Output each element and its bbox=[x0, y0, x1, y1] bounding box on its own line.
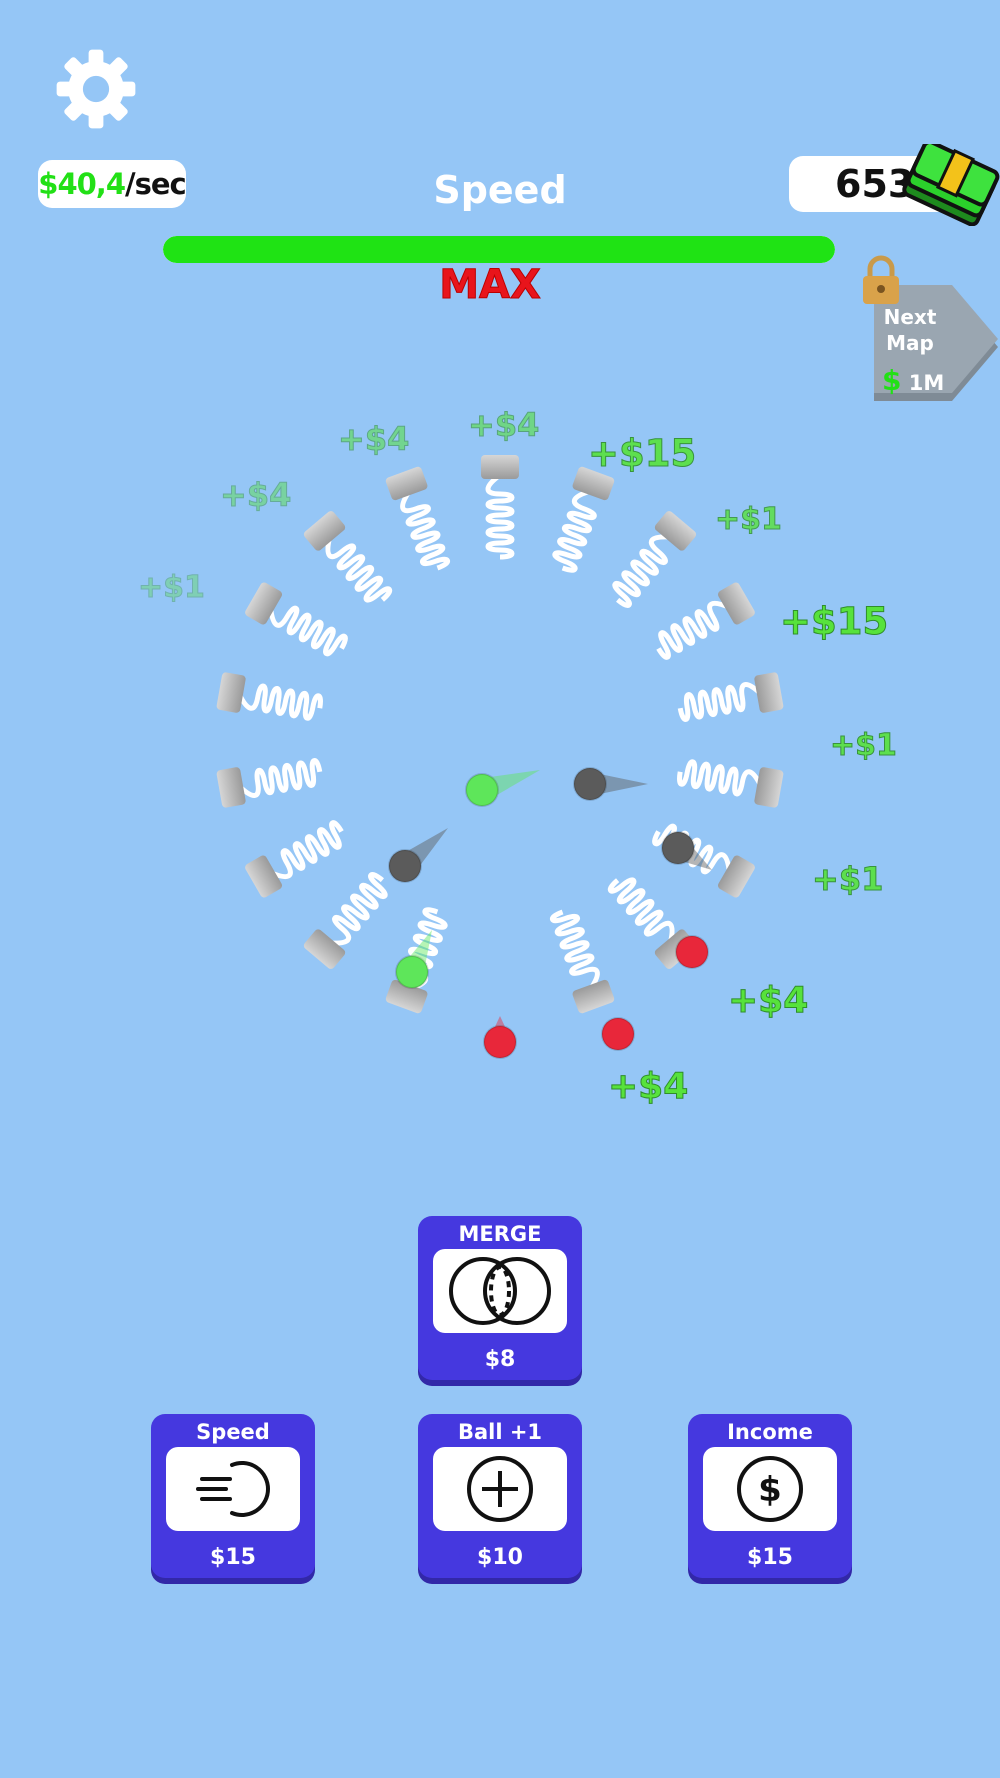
reward-popup: +$15 bbox=[587, 432, 697, 476]
spring-coil bbox=[607, 877, 675, 944]
reward-popup: +$15 bbox=[779, 600, 889, 644]
reward-popup: +$4 bbox=[337, 420, 410, 459]
reward-popup: +$1 bbox=[830, 728, 898, 764]
income-icon-panel: $ bbox=[703, 1447, 837, 1531]
spring-base bbox=[216, 767, 246, 808]
add-ball-button[interactable]: Ball +1 $10 bbox=[418, 1414, 582, 1578]
spring-base bbox=[754, 672, 784, 713]
spring-base bbox=[754, 767, 784, 808]
spring-coil bbox=[325, 536, 393, 603]
ball bbox=[601, 1017, 635, 1051]
merge-button-price: $8 bbox=[484, 1347, 516, 1372]
spring bbox=[612, 511, 697, 608]
spring bbox=[552, 466, 615, 573]
spring-coil bbox=[236, 683, 323, 721]
reward-popup: +$4 bbox=[219, 476, 292, 515]
spring bbox=[303, 511, 393, 603]
reward-popup: +$4 bbox=[607, 1066, 689, 1108]
income-button-title: Income bbox=[727, 1420, 813, 1444]
spring-coil bbox=[485, 473, 515, 560]
reward-popup: +$4 bbox=[467, 406, 540, 445]
spring-coil bbox=[677, 682, 763, 722]
dollar-circle-icon: $ bbox=[737, 1456, 803, 1522]
spring bbox=[385, 466, 450, 571]
reward-popup: +$4 bbox=[727, 980, 809, 1022]
income-button-price: $15 bbox=[747, 1545, 793, 1570]
spring-coil bbox=[612, 534, 671, 608]
reward-popup: +$1 bbox=[811, 860, 884, 899]
income-upgrade-button[interactable]: Income $ $15 bbox=[688, 1414, 852, 1578]
spring-base bbox=[303, 511, 346, 551]
ball-button-title: Ball +1 bbox=[457, 1420, 543, 1444]
speed-upgrade-button[interactable]: Speed $15 bbox=[151, 1414, 315, 1578]
spring bbox=[550, 909, 615, 1014]
spring bbox=[216, 672, 323, 721]
spring-coil bbox=[329, 872, 388, 946]
spring-base bbox=[216, 672, 246, 713]
spring-coil bbox=[269, 820, 344, 880]
ball bbox=[483, 1025, 517, 1059]
ball bbox=[661, 831, 695, 865]
spring-base bbox=[481, 455, 519, 479]
merge-icon-panel bbox=[433, 1249, 567, 1333]
speed-icon-panel bbox=[166, 1447, 300, 1531]
spring bbox=[481, 455, 519, 560]
reward-popup: +$1 bbox=[138, 570, 206, 606]
spring-base bbox=[303, 929, 346, 969]
spring-coil bbox=[656, 600, 731, 660]
spring-coil bbox=[552, 488, 597, 573]
ball bbox=[675, 935, 709, 969]
ball bbox=[573, 767, 607, 801]
spring-base bbox=[572, 979, 615, 1014]
speed-lines-icon bbox=[196, 1461, 270, 1517]
spring-coil bbox=[237, 758, 323, 798]
ball-icon-panel bbox=[433, 1447, 567, 1531]
ball bbox=[388, 849, 422, 883]
spring bbox=[245, 582, 348, 657]
spring bbox=[677, 759, 784, 808]
spring-base bbox=[245, 582, 283, 625]
spring-base bbox=[717, 855, 755, 898]
reward-popup: +$1 bbox=[715, 502, 783, 538]
spring-coil bbox=[400, 489, 450, 571]
merge-circles-icon bbox=[449, 1257, 551, 1325]
plus-circle-icon bbox=[467, 1456, 533, 1522]
spring-base bbox=[385, 466, 428, 501]
spring-coil bbox=[550, 909, 600, 991]
spring bbox=[216, 758, 323, 808]
merge-button-title: MERGE bbox=[458, 1222, 542, 1246]
spring-base bbox=[654, 511, 697, 551]
svg-text:$: $ bbox=[758, 1470, 782, 1510]
spring bbox=[677, 672, 784, 722]
speed-button-title: Speed bbox=[196, 1420, 270, 1444]
spring bbox=[656, 582, 755, 660]
spring bbox=[245, 820, 344, 898]
ball bbox=[465, 773, 499, 807]
merge-button[interactable]: MERGE $8 bbox=[418, 1216, 582, 1380]
spring bbox=[303, 872, 388, 969]
spring-coil bbox=[677, 759, 764, 797]
ball bbox=[395, 955, 429, 989]
ball-button-price: $10 bbox=[477, 1545, 523, 1570]
speed-button-price: $15 bbox=[210, 1545, 256, 1570]
spring-coil bbox=[268, 605, 348, 657]
